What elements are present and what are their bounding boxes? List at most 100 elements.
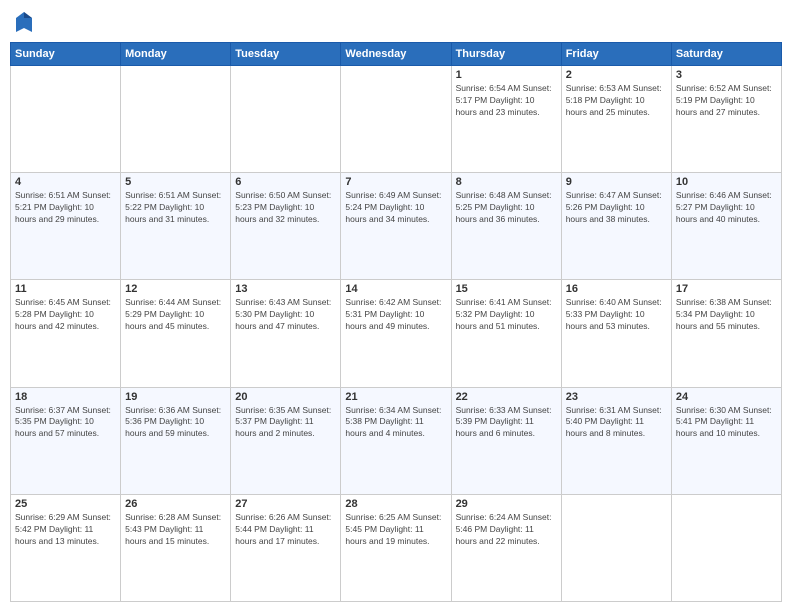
day-info: Sunrise: 6:30 AM Sunset: 5:41 PM Dayligh… <box>676 405 777 441</box>
page: SundayMondayTuesdayWednesdayThursdayFrid… <box>0 0 792 612</box>
day-info: Sunrise: 6:50 AM Sunset: 5:23 PM Dayligh… <box>235 190 336 226</box>
day-info: Sunrise: 6:25 AM Sunset: 5:45 PM Dayligh… <box>345 512 446 548</box>
day-info: Sunrise: 6:34 AM Sunset: 5:38 PM Dayligh… <box>345 405 446 441</box>
calendar-cell: 17Sunrise: 6:38 AM Sunset: 5:34 PM Dayli… <box>671 280 781 387</box>
day-info: Sunrise: 6:47 AM Sunset: 5:26 PM Dayligh… <box>566 190 667 226</box>
calendar-cell: 4 Sunrise: 6:51 AM Sunset: 5:21 PM Daylig… <box>11 173 121 280</box>
day-info: Sunrise: 6:24 AM Sunset: 5:46 PM Dayligh… <box>456 512 557 548</box>
day-number: 19 <box>125 391 226 403</box>
calendar-cell: 8 Sunrise: 6:48 AM Sunset: 5:25 PM Daylig… <box>451 173 561 280</box>
calendar-cell: 18 Sunrise: 6:37 AM Sunset: 5:35 PM Dayli… <box>11 387 121 494</box>
calendar-cell: 25 Sunrise: 6:29 AM Sunset: 5:42 PM Dayli… <box>11 494 121 601</box>
calendar-cell <box>671 494 781 601</box>
calendar-cell: 14Sunrise: 6:42 AM Sunset: 5:31 PM Dayli… <box>341 280 451 387</box>
day-info: Sunrise: 6:53 AM Sunset: 5:18 PM Dayligh… <box>566 83 667 119</box>
calendar-week-row: 18 Sunrise: 6:37 AM Sunset: 5:35 PM Dayli… <box>11 387 782 494</box>
day-number: 25 <box>15 498 116 510</box>
calendar-cell: 6 Sunrise: 6:50 AM Sunset: 5:23 PM Daylig… <box>231 173 341 280</box>
day-info: Sunrise: 6:31 AM Sunset: 5:40 PM Dayligh… <box>566 405 667 441</box>
day-number: 26 <box>125 498 226 510</box>
calendar-week-row: 11 Sunrise: 6:45 AM Sunset: 5:28 PM Dayli… <box>11 280 782 387</box>
calendar-day-header: Wednesday <box>341 43 451 66</box>
calendar-cell: 11 Sunrise: 6:45 AM Sunset: 5:28 PM Dayli… <box>11 280 121 387</box>
day-info: Sunrise: 6:40 AM Sunset: 5:33 PM Dayligh… <box>566 297 667 333</box>
calendar-cell: 3 Sunrise: 6:52 AM Sunset: 5:19 PM Daylig… <box>671 66 781 173</box>
day-info: Sunrise: 6:37 AM Sunset: 5:35 PM Dayligh… <box>15 405 116 441</box>
day-number: 8 <box>456 176 557 188</box>
day-number: 28 <box>345 498 446 510</box>
calendar-cell: 29 Sunrise: 6:24 AM Sunset: 5:46 PM Dayli… <box>451 494 561 601</box>
calendar-cell: 12 Sunrise: 6:44 AM Sunset: 5:29 PM Dayli… <box>121 280 231 387</box>
day-number: 6 <box>235 176 336 188</box>
calendar-cell: 21 Sunrise: 6:34 AM Sunset: 5:38 PM Dayli… <box>341 387 451 494</box>
day-info: Sunrise: 6:33 AM Sunset: 5:39 PM Dayligh… <box>456 405 557 441</box>
day-info: Sunrise: 6:51 AM Sunset: 5:21 PM Dayligh… <box>15 190 116 226</box>
calendar-cell: 27 Sunrise: 6:26 AM Sunset: 5:44 PM Dayli… <box>231 494 341 601</box>
day-number: 7 <box>345 176 446 188</box>
calendar-cell: 26 Sunrise: 6:28 AM Sunset: 5:43 PM Dayli… <box>121 494 231 601</box>
day-number: 4 <box>15 176 116 188</box>
day-info: Sunrise: 6:26 AM Sunset: 5:44 PM Dayligh… <box>235 512 336 548</box>
day-number: 1 <box>456 69 557 81</box>
day-number: 9 <box>566 176 667 188</box>
day-info: Sunrise: 6:36 AM Sunset: 5:36 PM Dayligh… <box>125 405 226 441</box>
day-info: Sunrise: 6:45 AM Sunset: 5:28 PM Dayligh… <box>15 297 116 333</box>
day-info: Sunrise: 6:46 AM Sunset: 5:27 PM Dayligh… <box>676 190 777 226</box>
day-number: 21 <box>345 391 446 403</box>
day-number: 23 <box>566 391 667 403</box>
day-info: Sunrise: 6:51 AM Sunset: 5:22 PM Dayligh… <box>125 190 226 226</box>
day-number: 22 <box>456 391 557 403</box>
day-number: 24 <box>676 391 777 403</box>
day-number: 12 <box>125 283 226 295</box>
calendar-cell: 16 Sunrise: 6:40 AM Sunset: 5:33 PM Dayli… <box>561 280 671 387</box>
calendar-table: SundayMondayTuesdayWednesdayThursdayFrid… <box>10 42 782 602</box>
calendar-cell: 15 Sunrise: 6:41 AM Sunset: 5:32 PM Dayli… <box>451 280 561 387</box>
day-info: Sunrise: 6:35 AM Sunset: 5:37 PM Dayligh… <box>235 405 336 441</box>
day-info: Sunrise: 6:48 AM Sunset: 5:25 PM Dayligh… <box>456 190 557 226</box>
day-number: 13 <box>235 283 336 295</box>
calendar-cell: 10 Sunrise: 6:46 AM Sunset: 5:27 PM Dayli… <box>671 173 781 280</box>
day-info: Sunrise: 6:54 AM Sunset: 5:17 PM Dayligh… <box>456 83 557 119</box>
day-number: 29 <box>456 498 557 510</box>
day-info: Sunrise: 6:28 AM Sunset: 5:43 PM Dayligh… <box>125 512 226 548</box>
day-number: 3 <box>676 69 777 81</box>
calendar-cell: 1 Sunrise: 6:54 AM Sunset: 5:17 PM Daylig… <box>451 66 561 173</box>
day-number: 2 <box>566 69 667 81</box>
calendar-week-row: 25 Sunrise: 6:29 AM Sunset: 5:42 PM Dayli… <box>11 494 782 601</box>
calendar-cell: 23 Sunrise: 6:31 AM Sunset: 5:40 PM Dayli… <box>561 387 671 494</box>
calendar-day-header: Sunday <box>11 43 121 66</box>
calendar-header-row: SundayMondayTuesdayWednesdayThursdayFrid… <box>11 43 782 66</box>
calendar-cell: 28 Sunrise: 6:25 AM Sunset: 5:45 PM Dayli… <box>341 494 451 601</box>
day-number: 10 <box>676 176 777 188</box>
calendar-cell: 22 Sunrise: 6:33 AM Sunset: 5:39 PM Dayli… <box>451 387 561 494</box>
day-number: 15 <box>456 283 557 295</box>
day-info: Sunrise: 6:38 AM Sunset: 5:34 PM Dayligh… <box>676 297 777 333</box>
day-number: 5 <box>125 176 226 188</box>
logo <box>14 10 38 34</box>
calendar-week-row: 1 Sunrise: 6:54 AM Sunset: 5:17 PM Daylig… <box>11 66 782 173</box>
calendar-cell: 9 Sunrise: 6:47 AM Sunset: 5:26 PM Daylig… <box>561 173 671 280</box>
day-info: Sunrise: 6:29 AM Sunset: 5:42 PM Dayligh… <box>15 512 116 548</box>
day-number: 16 <box>566 283 667 295</box>
day-number: 11 <box>15 283 116 295</box>
calendar-day-header: Saturday <box>671 43 781 66</box>
day-info: Sunrise: 6:49 AM Sunset: 5:24 PM Dayligh… <box>345 190 446 226</box>
calendar-cell <box>121 66 231 173</box>
calendar-cell: 13 Sunrise: 6:43 AM Sunset: 5:30 PM Dayli… <box>231 280 341 387</box>
day-info: Sunrise: 6:43 AM Sunset: 5:30 PM Dayligh… <box>235 297 336 333</box>
day-number: 27 <box>235 498 336 510</box>
logo-icon <box>14 10 34 34</box>
calendar-day-header: Monday <box>121 43 231 66</box>
day-number: 20 <box>235 391 336 403</box>
calendar-week-row: 4 Sunrise: 6:51 AM Sunset: 5:21 PM Daylig… <box>11 173 782 280</box>
day-number: 18 <box>15 391 116 403</box>
day-info: Sunrise: 6:52 AM Sunset: 5:19 PM Dayligh… <box>676 83 777 119</box>
day-info: Sunrise: 6:41 AM Sunset: 5:32 PM Dayligh… <box>456 297 557 333</box>
calendar-day-header: Thursday <box>451 43 561 66</box>
calendar-cell: 2 Sunrise: 6:53 AM Sunset: 5:18 PM Daylig… <box>561 66 671 173</box>
day-info: Sunrise: 6:42 AM Sunset: 5:31 PM Dayligh… <box>345 297 446 333</box>
header <box>10 10 782 34</box>
calendar-day-header: Tuesday <box>231 43 341 66</box>
day-info: Sunrise: 6:44 AM Sunset: 5:29 PM Dayligh… <box>125 297 226 333</box>
calendar-cell: 20 Sunrise: 6:35 AM Sunset: 5:37 PM Dayli… <box>231 387 341 494</box>
